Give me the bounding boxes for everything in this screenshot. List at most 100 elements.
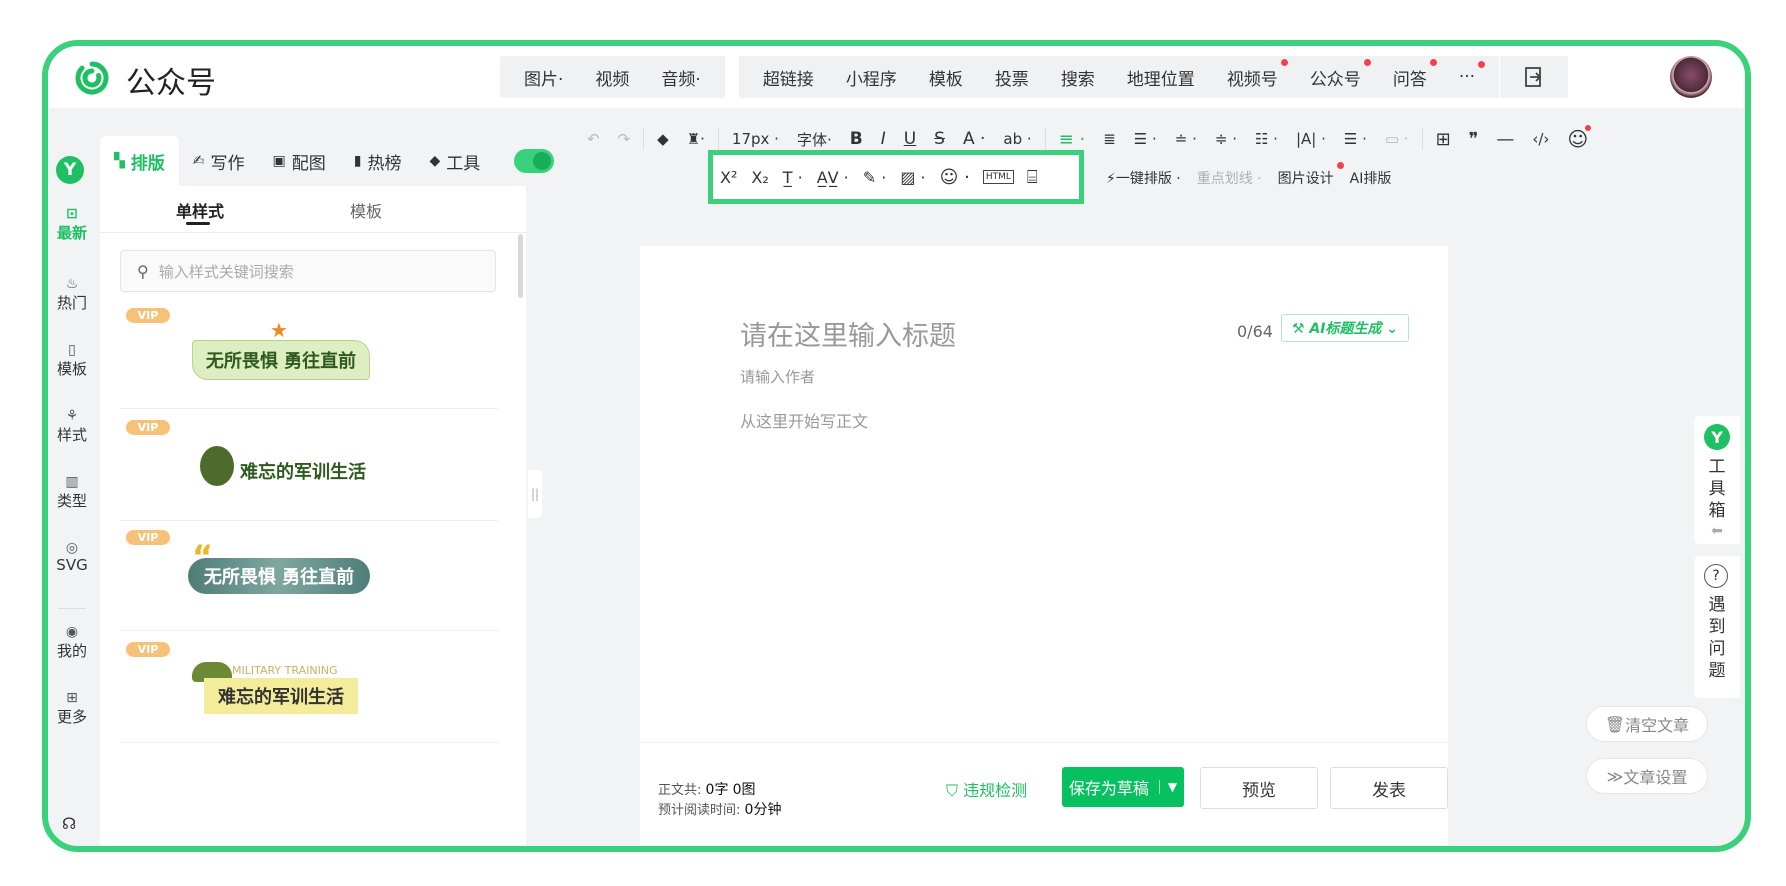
justify-icon[interactable]: T̲ · — [776, 168, 810, 187]
divider-icon[interactable]: — — [1487, 129, 1523, 150]
body-editor[interactable]: 从这里开始写正文 — [740, 408, 868, 432]
nav-hot[interactable]: ♨ 热门 — [48, 276, 96, 313]
align-center-icon[interactable]: ≣ — [1094, 130, 1125, 148]
font-size-select[interactable]: 17px · — [723, 130, 788, 148]
menu-channels[interactable]: 视频号 — [1211, 58, 1294, 90]
menu-image[interactable]: 图片· — [508, 65, 579, 90]
strikethrough-icon[interactable]: S — [925, 129, 954, 149]
italic-icon[interactable]: I — [872, 129, 895, 149]
style-card[interactable]: VIP MILITARY TRAINING 难忘的军训生活 — [120, 632, 498, 743]
title-input[interactable]: 请在这里输入标题 — [740, 314, 956, 353]
menu-video[interactable]: 视频 — [579, 65, 645, 90]
magic-wand-icon[interactable]: ✎ · — [856, 168, 894, 187]
html-icon[interactable]: HTML — [982, 170, 1014, 184]
publish-button[interactable]: 发表 — [1330, 767, 1448, 809]
panel-scrollbar[interactable] — [518, 234, 523, 298]
menu-location[interactable]: 地理位置 — [1111, 65, 1211, 90]
menu-official-account[interactable]: 公众号 — [1294, 58, 1377, 90]
undo-icon[interactable]: ↶ — [578, 130, 609, 148]
align-left-icon[interactable]: ≡ · — [1050, 129, 1095, 150]
export-button[interactable] — [1500, 56, 1568, 98]
new-dot — [1280, 58, 1288, 66]
save-draft-button[interactable]: 保存为草稿 ▼ — [1062, 767, 1184, 807]
clear-format-icon[interactable]: ◆ — [648, 130, 678, 148]
ai-layout-button[interactable]: AI排版 — [1342, 168, 1400, 188]
active-tab-underline — [186, 222, 210, 225]
panel-toggle[interactable] — [514, 149, 555, 173]
article-settings-button[interactable]: ≫ 文章设置 — [1586, 758, 1708, 794]
menu-template[interactable]: 模板 — [913, 65, 979, 90]
ai-title-button[interactable]: ⚒ AI标题生成 ⌄ — [1281, 314, 1409, 342]
quote-icon[interactable]: ❞ — [1460, 129, 1488, 150]
nav-template[interactable]: ▯ 模板 — [48, 342, 96, 379]
insert-menu: 图片· 视频 音频· 超链接 小程序 模板 投票 搜索 地理位置 视频号 公众号… — [500, 56, 1500, 98]
menu-vote[interactable]: 投票 — [979, 65, 1045, 90]
bg-color-icon[interactable]: ab · — [994, 130, 1040, 148]
superscript-icon[interactable]: X² — [713, 168, 744, 187]
format-brush-icon[interactable]: ♜· — [678, 130, 714, 148]
list-indent-icon[interactable]: ☷ · — [1246, 130, 1287, 148]
nav-latest[interactable]: ⊡ 最新 — [48, 206, 96, 243]
underline-icon[interactable]: U — [895, 129, 925, 149]
menu-qa[interactable]: 问答 — [1377, 58, 1443, 90]
style-search-input[interactable]: ⚲ 输入样式关键词搜索 — [120, 250, 496, 292]
chevron-down-icon[interactable]: ▼ — [1158, 780, 1177, 794]
nav-more[interactable]: ⊞ 更多 — [48, 690, 96, 727]
tab-trending[interactable]: ▮ 热榜 — [340, 136, 416, 186]
compliance-check-button[interactable]: ⛉ 违规检测 — [946, 777, 1027, 801]
menu-audio[interactable]: 音频· — [645, 65, 716, 90]
preview-button[interactable]: 预览 — [1200, 767, 1318, 809]
author-input[interactable]: 请输入作者 — [740, 366, 815, 387]
table-icon[interactable]: ⊞ — [1427, 129, 1460, 150]
nav-style[interactable]: ⚘ 样式 — [48, 408, 96, 445]
list-icon[interactable]: ☰ · — [1335, 130, 1376, 148]
menu-hyperlink[interactable]: 超链接 — [747, 65, 830, 90]
image-tool-icon[interactable]: ▨ · — [893, 168, 932, 187]
image-count-value: 0图 — [732, 782, 756, 798]
toolbox-icon[interactable]: ⌸ — [1020, 167, 1045, 188]
help-sidebar[interactable]: ? 遇 到 问 题 — [1694, 556, 1740, 698]
toolbox-sidebar[interactable]: Y 工 具 箱 ⬅ — [1694, 416, 1740, 544]
menu-search[interactable]: 搜索 — [1045, 65, 1111, 90]
bold-icon[interactable]: B — [841, 129, 872, 149]
redo-icon[interactable]: ↷ — [609, 130, 640, 148]
menu-more[interactable]: ··· — [1443, 61, 1491, 87]
new-icon: ⊡ — [66, 206, 78, 222]
tab-images[interactable]: ▣ 配图 — [259, 136, 340, 186]
border-icon[interactable]: ▭ · — [1376, 130, 1418, 148]
subscript-icon[interactable]: X₂ — [744, 168, 775, 187]
kerning-icon[interactable]: A̲V̲ · — [810, 168, 856, 187]
collapse-panel-handle[interactable]: || — [528, 470, 542, 518]
font-color-icon[interactable]: A · — [954, 129, 994, 149]
image-design-button[interactable]: 图片设计 — [1270, 162, 1344, 188]
tab-tools[interactable]: ◆ 工具 — [415, 136, 494, 186]
line-height-icon[interactable]: ≐ · — [1166, 130, 1206, 148]
subtab-single-style[interactable]: 单样式 — [176, 198, 224, 222]
emoji-select-icon[interactable]: ☺ · — [933, 167, 977, 188]
tab-writing[interactable]: ✍ 写作 — [179, 136, 259, 186]
letter-spacing-icon[interactable]: |A| · — [1287, 130, 1335, 148]
indent-icon[interactable]: ☰ · — [1125, 130, 1166, 148]
menu-mini-program[interactable]: 小程序 — [830, 65, 913, 90]
pen-icon: ✍ — [192, 153, 205, 169]
vip-badge: VIP — [126, 530, 170, 545]
nav-type[interactable]: ▥ 类型 — [48, 474, 96, 511]
headset-icon[interactable]: ☊ — [62, 814, 76, 833]
nav-mine[interactable]: ◉ 我的 — [48, 624, 96, 661]
code-icon[interactable]: ‹/› — [1523, 130, 1558, 148]
nav-svg[interactable]: ◎ SVG — [48, 540, 96, 574]
highlight-line-button[interactable]: 重点划线 · — [1189, 168, 1270, 188]
style-card[interactable]: VIP 难忘的军训生活 — [120, 410, 498, 521]
font-family-select[interactable]: 字体· — [788, 129, 841, 150]
emoji-icon[interactable]: ☺ — [1558, 125, 1597, 151]
style-card[interactable]: VIP ★ 无所畏惧 勇往直前 — [120, 298, 498, 409]
paragraph-spacing-icon[interactable]: ≑ · — [1206, 130, 1246, 148]
avatar[interactable] — [1670, 56, 1712, 98]
one-click-layout-button[interactable]: ⚡一键排版 · — [1098, 168, 1189, 188]
style-card[interactable]: VIP “ 无所畏惧 勇往直前 — [120, 520, 498, 631]
clear-article-button[interactable]: 🗑 清空文章 — [1586, 706, 1708, 742]
trash-icon: 🗑 — [1604, 714, 1626, 734]
layout-tools: ⚡一键排版 · 重点划线 · 图片设计 AI排版 — [1098, 162, 1400, 193]
tab-layout[interactable]: ▚ 排版 — [100, 136, 179, 186]
subtab-template[interactable]: 模板 — [350, 198, 382, 222]
